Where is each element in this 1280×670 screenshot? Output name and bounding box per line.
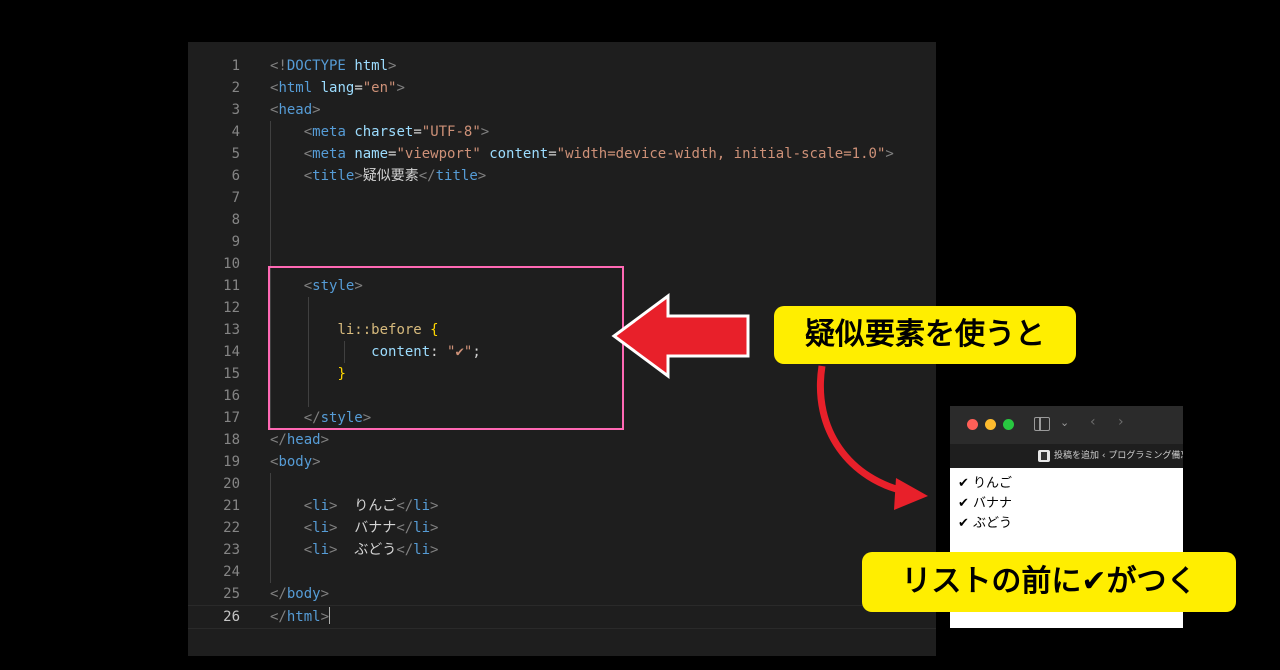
code-text: <!DOCTYPE html> [270, 58, 397, 74]
code-text: <meta charset="UTF-8"> [303, 124, 490, 140]
line-number: 7 [231, 190, 240, 206]
code-line[interactable]: 8 [188, 209, 936, 231]
list-item: ✔ バナナ [958, 496, 1013, 511]
line-number: 2 [231, 80, 240, 96]
maximize-window-icon[interactable] [1003, 419, 1014, 430]
code-text: <body> [270, 454, 321, 470]
line-number: 13 [223, 322, 240, 338]
line-number: 25 [223, 586, 240, 602]
callout-pseudo-element: 疑似要素を使うと [774, 306, 1076, 364]
line-number: 12 [223, 300, 240, 316]
code-text: <li> ぶどう</li> [303, 542, 439, 558]
line-number: 17 [223, 410, 240, 426]
code-text: <head> [270, 102, 321, 118]
forward-icon[interactable]: › [1118, 414, 1124, 430]
code-text: <li> バナナ</li> [303, 520, 439, 536]
code-text: <li> りんご</li> [303, 498, 439, 514]
code-line[interactable]: 20 [188, 473, 936, 495]
code-line[interactable]: 18 </head> [188, 429, 936, 451]
line-number: 26 [223, 609, 240, 625]
callout-result: リストの前に✔がつく [862, 552, 1236, 612]
list-item: ✔ ぶどう [958, 516, 1013, 531]
code-text: </body> [270, 586, 330, 602]
line-number: 5 [231, 146, 240, 162]
line-number: 6 [231, 168, 240, 184]
minimize-window-icon[interactable] [985, 419, 996, 430]
line-number: 10 [223, 256, 240, 272]
line-number: 14 [223, 344, 240, 360]
line-number: 16 [223, 388, 240, 404]
tab-title: 投稿を追加 ‹ プログラミング備忘 [1054, 451, 1183, 461]
browser-toolbar: ⌄ ‹ › [950, 406, 1183, 444]
code-line[interactable]: 2 <html lang="en"> [188, 77, 936, 99]
text-cursor [329, 607, 331, 624]
code-text: <html lang="en"> [270, 80, 405, 96]
line-number: 21 [223, 498, 240, 514]
line-number: 11 [223, 278, 240, 294]
code-line[interactable]: 26 </html> [188, 605, 936, 629]
browser-tab[interactable]: 投稿を追加 ‹ プログラミング備忘 [950, 444, 1183, 468]
code-line[interactable]: 7 [188, 187, 936, 209]
site-favicon-icon [1038, 450, 1050, 462]
rendered-list: ✔ りんご ✔ バナナ ✔ ぶどう [958, 474, 1012, 534]
indent-guide [270, 473, 271, 583]
back-icon[interactable]: ‹ [1090, 414, 1096, 430]
line-number: 8 [231, 212, 240, 228]
code-line[interactable]: 6 <title>疑似要素</title> [188, 165, 936, 187]
code-text: </html> [270, 607, 331, 625]
line-number: 15 [223, 366, 240, 382]
line-number: 3 [231, 102, 240, 118]
line-number: 23 [223, 542, 240, 558]
close-window-icon[interactable] [967, 419, 978, 430]
code-text: <title>疑似要素</title> [303, 168, 487, 184]
sidebar-toggle-icon[interactable] [1034, 417, 1050, 431]
code-line[interactable]: 19 <body> [188, 451, 936, 473]
line-number: 19 [223, 454, 240, 470]
line-number: 4 [231, 124, 240, 140]
code-line[interactable]: 1 <!DOCTYPE html> [188, 55, 936, 77]
code-line[interactable]: 9 [188, 231, 936, 253]
code-line[interactable]: 21 <li> りんご</li> [188, 495, 936, 517]
code-line[interactable]: 4 <meta charset="UTF-8"> [188, 121, 936, 143]
line-number: 22 [223, 520, 240, 536]
code-line[interactable]: 23 <li> ぶどう</li> [188, 539, 936, 561]
code-line[interactable]: 3 <head> [188, 99, 936, 121]
code-text: </head> [270, 432, 330, 448]
line-number: 18 [223, 432, 240, 448]
code-line[interactable]: 24 [188, 561, 936, 583]
code-line[interactable]: 25 </body> [188, 583, 936, 605]
style-block-highlight [268, 266, 624, 430]
code-line[interactable]: 22 <li> バナナ</li> [188, 517, 936, 539]
line-number: 1 [231, 58, 240, 74]
code-text: <meta name="viewport" content="width=dev… [303, 146, 894, 162]
chevron-down-icon[interactable]: ⌄ [1060, 416, 1069, 429]
list-item: ✔ りんご [958, 476, 1013, 491]
line-number: 20 [223, 476, 240, 492]
code-line[interactable]: 5 <meta name="viewport" content="width=d… [188, 143, 936, 165]
line-number: 24 [223, 564, 240, 580]
line-number: 9 [231, 234, 240, 250]
